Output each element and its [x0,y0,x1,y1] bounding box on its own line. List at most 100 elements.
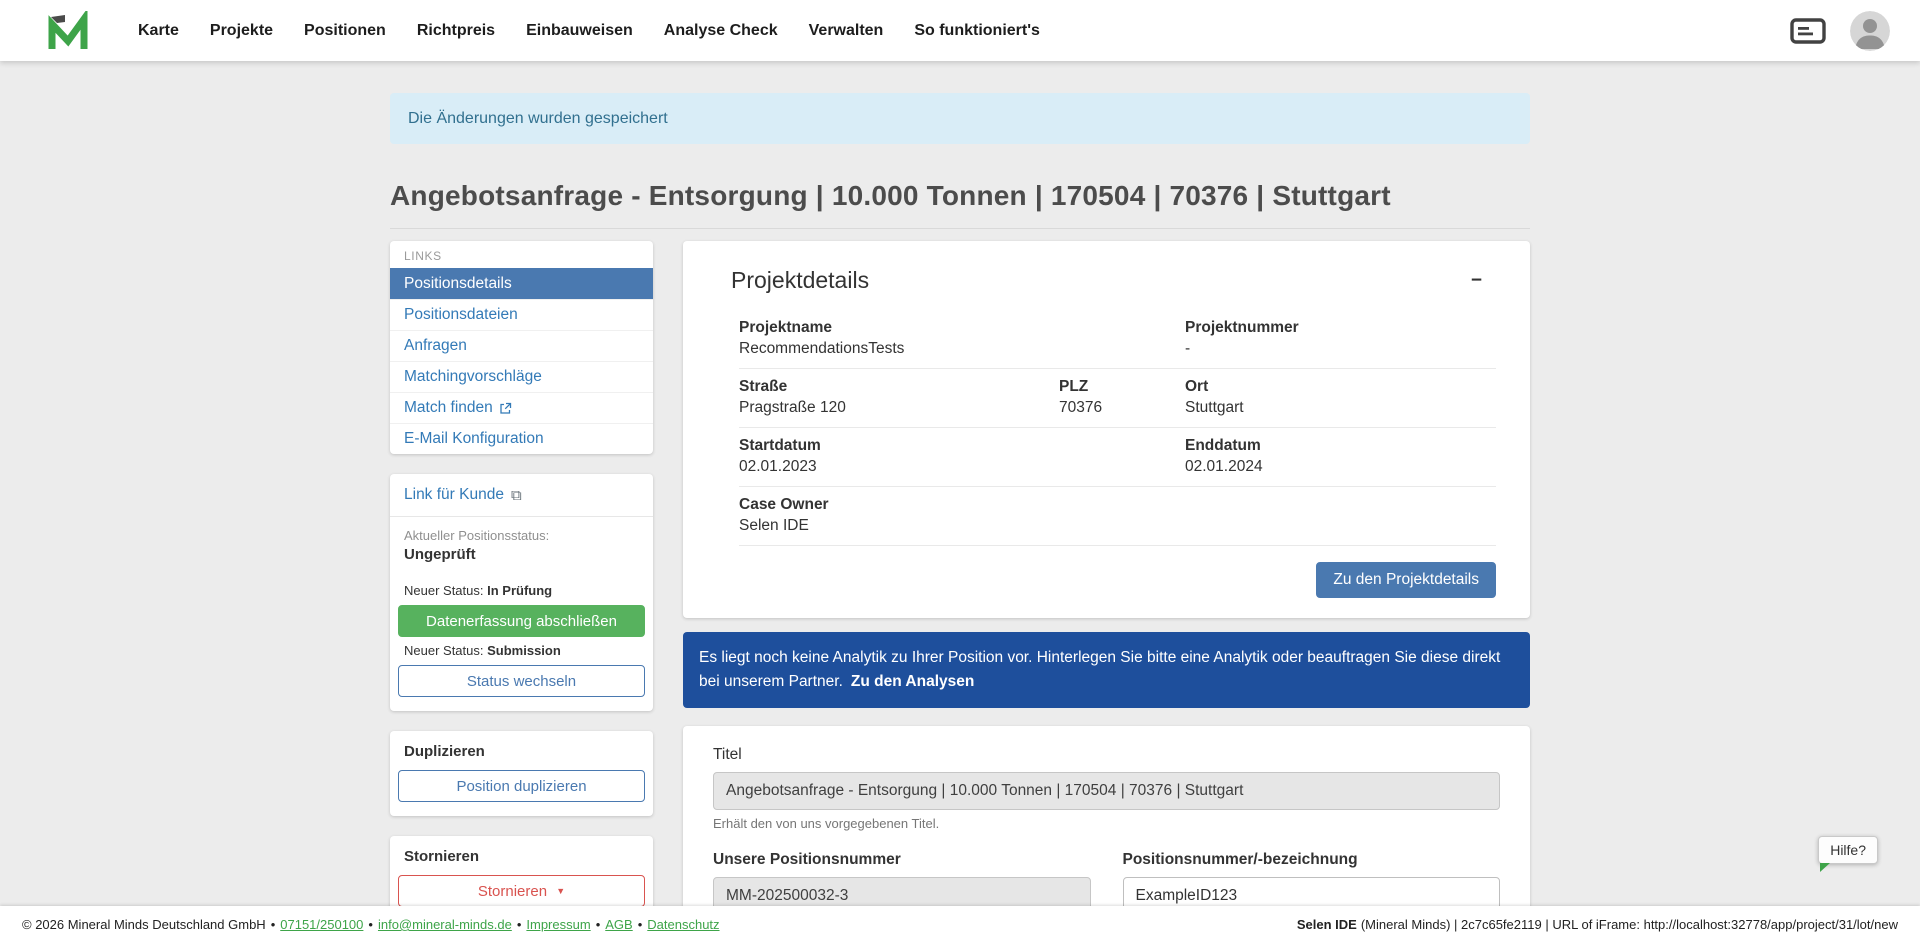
projektname-value: RecommendationsTests [739,340,904,357]
external-link-icon [499,402,512,415]
plz-label: PLZ [1059,378,1185,396]
sidebar-item-match-finden[interactable]: Match finden [390,392,653,423]
copy-icon: ⧉ [511,488,522,503]
cancel-button[interactable]: Stornieren ▼ [398,875,645,907]
logo-m-icon [46,11,90,51]
project-row: Case Owner Selen IDE [739,487,1496,546]
plz-value: 70376 [1059,399,1102,416]
project-details-button[interactable]: Zu den Projektdetails [1316,562,1496,598]
footer-email-link[interactable]: info@mineral-minds.de [378,917,512,932]
alert-message: Die Änderungen wurden gespeichert [408,110,668,128]
current-status-value: Ungeprüft [398,543,645,577]
user-avatar [1850,11,1890,51]
card-reader-icon [1790,18,1826,44]
footer-separator: • [638,917,643,932]
our-position-number-label: Unsere Positionsnummer [713,851,1091,869]
strasse-value: Pragstraße 120 [739,399,846,416]
switch-status-button[interactable]: Status wechseln [398,665,645,697]
nav-item-analyse-check[interactable]: Analyse Check [664,22,778,40]
nav-item-projekte[interactable]: Projekte [210,22,273,40]
nav-item-einbauweisen[interactable]: Einbauweisen [526,22,633,40]
duplicate-card: Duplizieren Position duplizieren [390,731,653,816]
analytics-banner-text: Es liegt noch keine Analytik zu Ihrer Po… [699,649,1500,690]
project-row: Projektname RecommendationsTests Projekt… [739,310,1496,369]
project-row: Straße Pragstraße 120 PLZ 70376 Ort Stut… [739,369,1496,428]
card-reader-button[interactable] [1790,18,1826,44]
sidebar-item-positionsdetails[interactable]: Positionsdetails [390,268,653,299]
titel-label: Titel [713,746,1500,764]
next-status-value: In Prüfung [487,583,552,598]
links-header: LINKS [390,241,653,268]
projektnummer-label: Projektnummer [1185,319,1496,337]
next-status-prefix: Neuer Status: [404,583,484,598]
case-owner-label: Case Owner [739,496,1185,514]
case-owner-value: Selen IDE [739,517,809,534]
project-row: Startdatum 02.01.2023 Enddatum 02.01.202… [739,428,1496,487]
footer-user: Selen IDE [1297,917,1357,932]
complete-data-entry-button[interactable]: Datenerfassung abschließen [398,605,645,637]
footer-separator: • [271,917,276,932]
customer-link-label: Link für Kunde [404,486,504,504]
page-scroll-area: Die Änderungen wurden gespeichert Angebo… [0,61,1920,943]
help-button[interactable]: Hilfe? [1818,836,1878,864]
strasse-label: Straße [739,378,1059,396]
match-finden-label: Match finden [404,399,493,417]
footer-datenschutz-link[interactable]: Datenschutz [647,917,719,932]
projektname-label: Projektname [739,319,1185,337]
caret-down-icon: ▼ [556,886,565,896]
sidebar-item-anfragen[interactable]: Anfragen [390,330,653,361]
footer-separator: • [368,917,373,932]
mineral-minds-logo[interactable] [46,10,92,52]
next-status-1: Neuer Status: In Prüfung [398,577,645,605]
footer-separator: • [596,917,601,932]
footer-left: © 2026 Mineral Minds Deutschland GmbH • … [22,917,720,932]
status-card: Link für Kunde ⧉ Aktueller Positionsstat… [390,474,653,711]
project-details-card: Projektdetails − Projektname Recommendat… [683,241,1530,618]
projektnummer-value: - [1185,340,1190,357]
sidebar-item-email-konfiguration[interactable]: E-Mail Konfiguration [390,423,653,454]
position-number-label: Positionsnummer/-bezeichnung [1123,851,1501,869]
collapse-button[interactable]: − [1471,271,1482,290]
sidebar-links-card: LINKS Positionsdetails Positionsdateien … [390,241,653,454]
startdatum-label: Startdatum [739,437,1185,455]
nav-item-karte[interactable]: Karte [138,22,179,40]
footer-session-meta: (Mineral Minds) | 2c7c65fe2119 | URL of … [1361,917,1898,932]
sidebar-item-positionsdateien[interactable]: Positionsdateien [390,299,653,330]
duplicate-title: Duplizieren [398,743,645,770]
top-navbar: Karte Projekte Positionen Richtpreis Ein… [0,0,1920,61]
main-navigation: Karte Projekte Positionen Richtpreis Ein… [138,22,1040,40]
sidebar: LINKS Positionsdetails Positionsdateien … [390,241,653,941]
minus-icon: − [1471,270,1482,291]
user-menu-button[interactable] [1850,11,1890,51]
cancel-title: Stornieren [398,848,645,875]
next-status-2: Neuer Status: Submission [398,637,645,665]
footer-agb-link[interactable]: AGB [605,917,632,932]
footer-right: Selen IDE (Mineral Minds) | 2c7c65fe2119… [1297,917,1898,932]
customer-link[interactable]: Link für Kunde ⧉ [390,474,653,517]
project-details-heading: Projektdetails [731,267,869,294]
next-status-value: Submission [487,643,561,658]
main-content: Projektdetails − Projektname Recommendat… [683,241,1530,943]
footer-phone-link[interactable]: 07151/250100 [280,917,363,932]
nav-item-positionen[interactable]: Positionen [304,22,386,40]
ort-label: Ort [1185,378,1496,396]
sidebar-item-matchingvorschlaege[interactable]: Matchingvorschläge [390,361,653,392]
titel-help: Erhält den von uns vorgegebenen Titel. [713,816,1500,831]
duplicate-position-button[interactable]: Position duplizieren [398,770,645,802]
footer-copyright: © 2026 Mineral Minds Deutschland GmbH [22,917,266,932]
ort-value: Stuttgart [1185,399,1244,416]
page-title: Angebotsanfrage - Entsorgung | 10.000 To… [390,180,1530,212]
footer-separator: • [517,917,522,932]
current-status-label: Aktueller Positionsstatus: [398,528,645,543]
footer-impressum-link[interactable]: Impressum [526,917,590,932]
title-divider [390,228,1530,229]
nav-item-richtpreis[interactable]: Richtpreis [417,22,495,40]
next-status-prefix: Neuer Status: [404,643,484,658]
analytics-banner: Es liegt noch keine Analytik zu Ihrer Po… [683,632,1530,708]
titel-input [713,772,1500,810]
footer: © 2026 Mineral Minds Deutschland GmbH • … [0,906,1920,943]
nav-item-so-funktionierts[interactable]: So funktioniert's [914,22,1040,40]
nav-item-verwalten[interactable]: Verwalten [809,22,884,40]
analytics-link[interactable]: Zu den Analysen [851,673,974,690]
enddatum-value: 02.01.2024 [1185,458,1263,475]
